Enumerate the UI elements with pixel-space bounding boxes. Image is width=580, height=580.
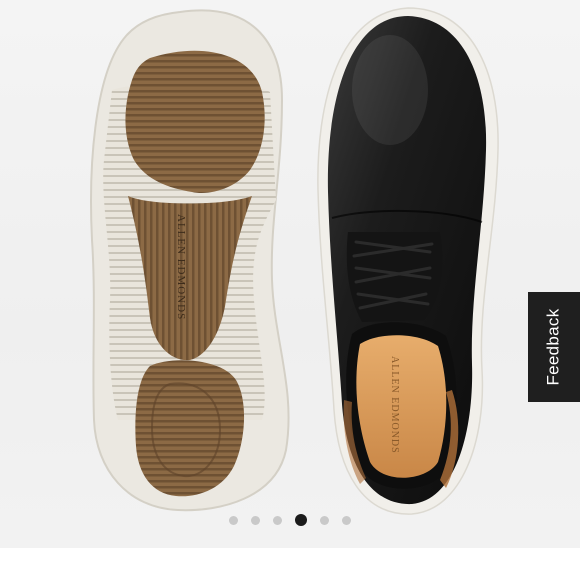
feedback-button[interactable]: Feedback bbox=[528, 292, 580, 402]
carousel-dot-active[interactable] bbox=[295, 514, 307, 526]
sole-brand-text: ALLEN EDMONDS bbox=[175, 214, 187, 320]
carousel-dot[interactable] bbox=[320, 515, 329, 525]
feedback-label: Feedback bbox=[544, 308, 563, 386]
insole-brand-text: ALLEN EDMONDS bbox=[389, 356, 400, 454]
product-image-gallery[interactable]: ALLEN EDMONDS ALLEN EDMONDS bbox=[0, 0, 580, 548]
carousel-dot[interactable] bbox=[251, 515, 260, 525]
bottom-strip bbox=[0, 548, 580, 580]
shoe-upper: ALLEN EDMONDS bbox=[317, 7, 499, 515]
product-image: ALLEN EDMONDS ALLEN EDMONDS bbox=[90, 7, 499, 515]
carousel-dot[interactable] bbox=[273, 515, 282, 525]
shoe-sole: ALLEN EDMONDS bbox=[90, 9, 290, 512]
carousel-pagination bbox=[0, 512, 580, 528]
carousel-dot[interactable] bbox=[229, 515, 238, 525]
carousel-dot[interactable] bbox=[342, 515, 351, 525]
